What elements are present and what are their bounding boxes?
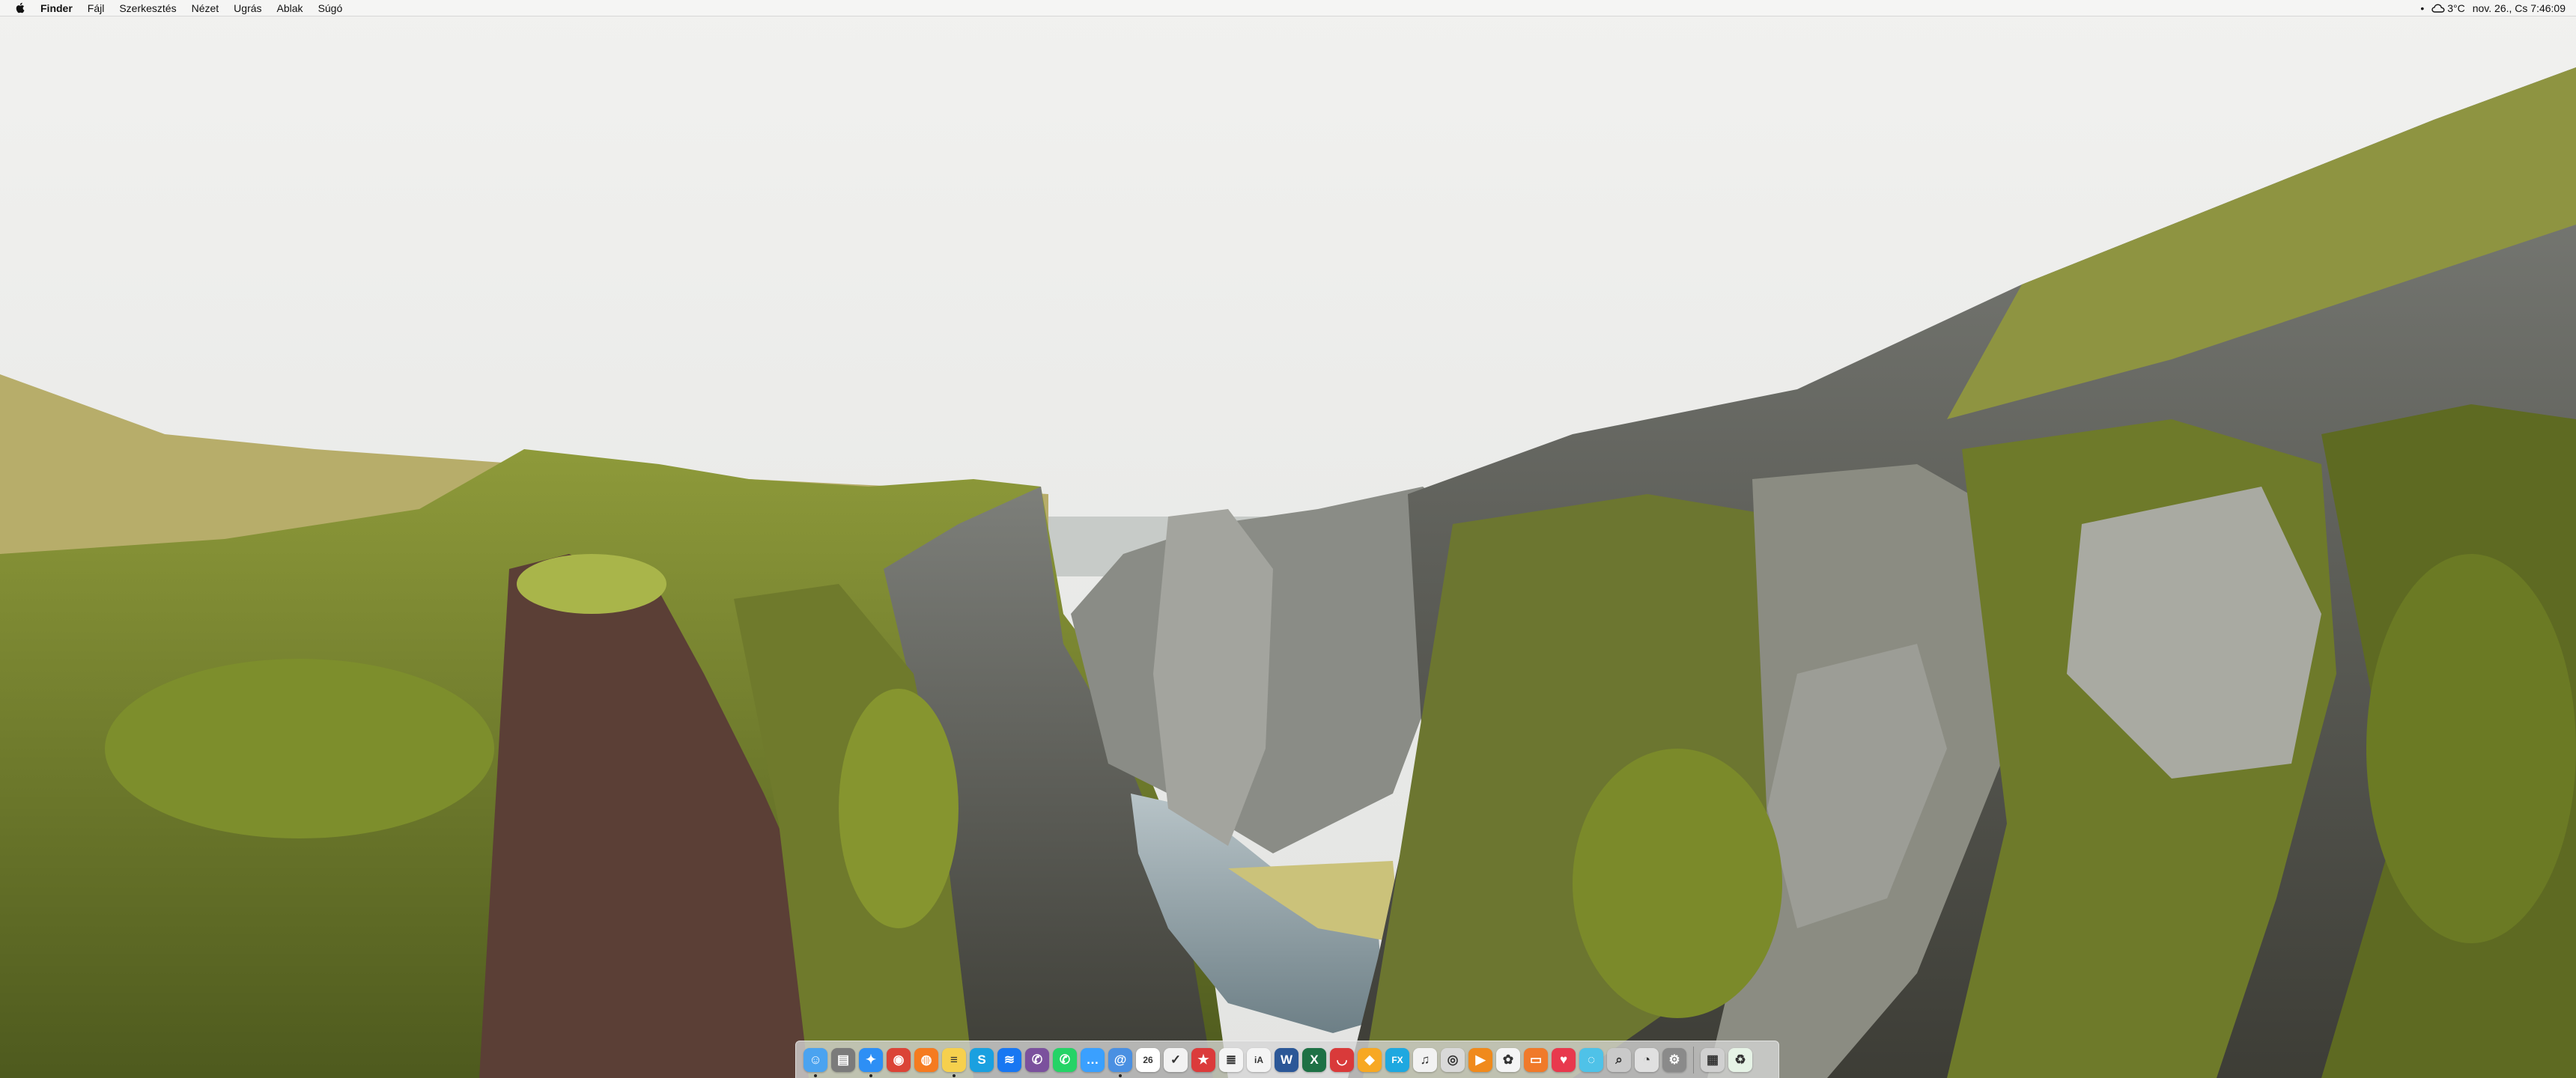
ia-icon: iA xyxy=(1254,1054,1263,1065)
folder-icon: ▦ xyxy=(1706,1052,1719,1067)
fx-icon: FX xyxy=(1391,1054,1403,1065)
dock-item-infuse[interactable]: ▶ xyxy=(1468,1047,1492,1072)
dock-item-disk-clock[interactable]: ◔ xyxy=(1635,1047,1659,1072)
dock-item-vpn[interactable]: ◌ xyxy=(1579,1047,1603,1072)
star-icon: ★ xyxy=(1197,1052,1209,1067)
dock-item-fx[interactable]: FX xyxy=(1385,1047,1409,1072)
word-icon: W xyxy=(1280,1052,1293,1067)
book-icon: ▭ xyxy=(1529,1052,1543,1067)
dock-item-documents-stack[interactable]: ▦ xyxy=(1701,1047,1725,1072)
apple-icon[interactable] xyxy=(13,0,25,16)
disk-icon: ▤ xyxy=(836,1052,850,1067)
running-indicator xyxy=(869,1074,872,1077)
clock-icon: ◔ xyxy=(1642,1052,1651,1067)
text-icon: ≣ xyxy=(1225,1052,1237,1067)
checkmark-icon: ✓ xyxy=(1170,1052,1182,1067)
mail-icon: @ xyxy=(1114,1052,1127,1067)
weather-widget[interactable]: 3°C xyxy=(2431,2,2465,14)
menu-file[interactable]: Fájl xyxy=(80,0,112,16)
messenger-icon: ≋ xyxy=(1003,1052,1015,1067)
firefox-icon: ◍ xyxy=(920,1052,932,1067)
globe-icon: ◌ xyxy=(1587,1052,1596,1067)
dock-item-books[interactable]: ▭ xyxy=(1524,1047,1548,1072)
dock-item-viber[interactable]: ✆ xyxy=(1025,1047,1049,1072)
viber-icon: ✆ xyxy=(1031,1052,1043,1067)
menu-go[interactable]: Ugrás xyxy=(226,0,269,16)
dock-item-system-preferences[interactable]: ⚙ xyxy=(1662,1047,1686,1072)
running-indicator xyxy=(953,1074,956,1077)
compass-icon: ✦ xyxy=(865,1052,877,1067)
temperature: 3°C xyxy=(2447,1,2465,14)
dock-item-mail[interactable]: @ xyxy=(1108,1047,1132,1077)
dock-item-preview[interactable]: ⌕ xyxy=(1607,1047,1631,1072)
menu-edit[interactable]: Szerkesztés xyxy=(112,0,183,16)
dock-item-excel[interactable]: X xyxy=(1302,1047,1326,1072)
dock-item-speech[interactable]: ◡ xyxy=(1330,1047,1354,1072)
recycle-icon: ♻ xyxy=(1734,1052,1746,1067)
running-indicator xyxy=(1119,1074,1122,1077)
dock-item-podcasts[interactable]: ◎ xyxy=(1441,1047,1465,1072)
dock-item-sketch[interactable]: ◆ xyxy=(1358,1047,1382,1072)
clock[interactable]: nov. 26., Cs 7:46:09 xyxy=(2473,2,2566,14)
finder-icon: ☺ xyxy=(809,1052,822,1067)
magnifier-icon: ⌕ xyxy=(1615,1052,1623,1067)
notes-icon: ≡ xyxy=(950,1052,958,1067)
chrome-icon: ◉ xyxy=(893,1052,905,1067)
skype-icon: S xyxy=(977,1052,986,1067)
menu-view[interactable]: Nézet xyxy=(184,0,227,16)
dock-item-photos[interactable]: ✿ xyxy=(1496,1047,1520,1072)
dock-item-skype[interactable]: S xyxy=(970,1047,994,1072)
running-indicator xyxy=(814,1074,817,1077)
menu-bar: Finder Fájl Szerkesztés Nézet Ugrás Abla… xyxy=(0,0,2576,16)
dock-item-textedit[interactable]: ≣ xyxy=(1219,1047,1243,1072)
play-icon: ▶ xyxy=(1475,1052,1486,1067)
dock-item-chrome[interactable]: ◉ xyxy=(887,1047,911,1072)
diamond-icon: ◆ xyxy=(1364,1052,1375,1067)
dock-item-pocket[interactable]: ♥ xyxy=(1552,1047,1576,1072)
dock-item-whatsapp[interactable]: ✆ xyxy=(1053,1047,1077,1072)
dock-item-ia-writer[interactable]: iA xyxy=(1247,1047,1271,1072)
dock: ☺ ▤ ✦ ◉ ◍ ≡ S ≋ ✆ ✆ … @26 ✓ ★ ≣ iA W X ◡ ◆ FX ♫ ◎ ▶ ✿ ▭ ♥ ◌ ⌕ ◔ ⚙ ▦ ♻ xyxy=(795,1041,1779,1078)
menu-bar-left: Finder Fájl Szerkesztés Nézet Ugrás Abla… xyxy=(0,0,350,16)
cloud-icon xyxy=(2431,3,2445,13)
menu-window[interactable]: Ablak xyxy=(270,0,311,16)
dock-item-notes[interactable]: ≡ xyxy=(942,1047,966,1077)
calendar-icon: 26 xyxy=(1143,1054,1153,1065)
dock-item-firefox[interactable]: ◍ xyxy=(914,1047,938,1072)
dock-item-safari[interactable]: ✦ xyxy=(859,1047,883,1077)
dock-separator xyxy=(1693,1046,1694,1074)
whatsapp-icon: ✆ xyxy=(1059,1052,1071,1067)
menu-bar-status: • 3°C nov. 26., Cs 7:46:09 xyxy=(2420,0,2576,16)
dock-item-wunderlist[interactable]: ★ xyxy=(1191,1047,1215,1072)
dock-item-music[interactable]: ♫ xyxy=(1413,1047,1437,1072)
dock-item-disk-utility[interactable]: ▤ xyxy=(831,1047,855,1072)
dock-item-messages[interactable]: … xyxy=(1081,1047,1105,1072)
messages-icon: … xyxy=(1086,1052,1099,1067)
gear-icon: ⚙ xyxy=(1668,1052,1680,1067)
desktop-wallpaper xyxy=(0,0,2576,1078)
dock-item-messenger[interactable]: ≋ xyxy=(997,1047,1021,1072)
status-dot[interactable]: • xyxy=(2420,2,2424,14)
excel-icon: X xyxy=(1310,1052,1319,1067)
dock-item-reminders[interactable]: ✓ xyxy=(1164,1047,1188,1072)
menu-finder[interactable]: Finder xyxy=(33,0,80,16)
dock-item-word[interactable]: W xyxy=(1275,1047,1298,1072)
broadcast-icon: ◎ xyxy=(1447,1052,1459,1067)
lips-icon: ◡ xyxy=(1336,1052,1348,1067)
dock-item-finder[interactable]: ☺ xyxy=(804,1047,827,1077)
dock-item-trash[interactable]: ♻ xyxy=(1728,1047,1752,1072)
music-note-icon: ♫ xyxy=(1420,1052,1430,1067)
dock-item-calendar[interactable]: 26 xyxy=(1136,1047,1160,1072)
menu-help[interactable]: Súgó xyxy=(311,0,350,16)
pocket-icon: ♥ xyxy=(1559,1052,1568,1067)
photos-icon: ✿ xyxy=(1502,1052,1514,1067)
